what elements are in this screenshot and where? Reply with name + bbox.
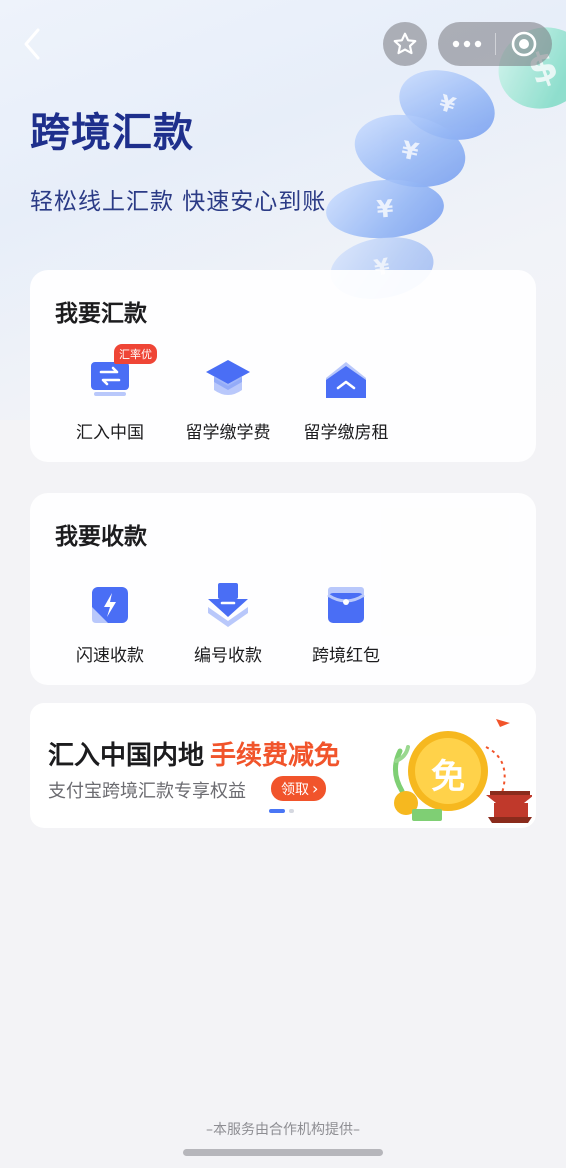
banner-illustration: 免 <box>382 711 534 823</box>
flash-receive-label: 闪速收款 <box>76 646 144 666</box>
menu-capsule <box>438 22 552 66</box>
star-icon <box>393 32 417 55</box>
red-packet-label: 跨境红包 <box>312 646 380 666</box>
tuition-label: 留学缴学费 <box>185 423 271 443</box>
rate-badge: 汇率优 <box>114 344 157 364</box>
chevron-left-icon <box>24 28 40 60</box>
more-button[interactable] <box>438 22 495 66</box>
receive-card: 我要收款 闪速收款 编号收款 跨境红包 <box>30 493 536 685</box>
back-button[interactable] <box>18 26 48 62</box>
banner-headline-highlight: 手续费减免 <box>210 741 341 771</box>
rent-item[interactable]: 留学缴房租 <box>287 354 405 443</box>
flash-receive-item[interactable]: 闪速收款 <box>51 577 169 666</box>
carousel-indicator <box>269 809 294 813</box>
close-miniapp-button[interactable] <box>496 22 552 66</box>
banner-subtext: 支付宝跨境汇款专享权益 <box>48 781 246 802</box>
rent-label: 留学缴房租 <box>303 423 389 443</box>
tuition-item[interactable]: 留学缴学费 <box>169 354 287 443</box>
home-indicator[interactable] <box>183 1149 383 1156</box>
send-to-china-item[interactable]: 汇率优 汇入中国 <box>51 344 169 443</box>
page-subtitle: 轻松线上汇款 快速安心到账 <box>30 189 327 215</box>
footer-note: –本服务由合作机构提供– <box>206 1122 360 1138</box>
send-card: 我要汇款 汇率优 汇入中国 留学缴学费 留学缴房租 <box>30 270 536 462</box>
chevron-right-icon: › <box>312 779 319 798</box>
more-dots-icon <box>452 40 481 48</box>
send-section-title: 我要汇款 <box>55 301 147 327</box>
carousel-dot-active <box>269 809 285 813</box>
download-stack-icon <box>200 577 256 633</box>
transfer-card-icon: 汇率优 <box>82 344 157 410</box>
banner-headline-text: 汇入中国内地 <box>48 741 205 771</box>
number-receive-label: 编号收款 <box>194 646 262 666</box>
claim-button[interactable]: 领取 › <box>271 776 327 801</box>
banner-headline: 汇入中国内地 手续费减免 <box>48 735 340 772</box>
house-icon <box>318 354 374 410</box>
page-title: 跨境汇款 <box>30 110 194 156</box>
send-to-china-label: 汇入中国 <box>76 423 144 443</box>
target-close-icon <box>511 31 537 57</box>
claim-label: 领取 <box>281 781 309 798</box>
red-packet-item[interactable]: 跨境红包 <box>287 577 405 666</box>
favorite-button[interactable] <box>383 22 427 66</box>
carousel-dot <box>289 809 294 813</box>
coin-decoration: ¥ <box>324 175 446 243</box>
flash-icon <box>82 577 138 633</box>
graduation-cap-icon <box>200 354 256 410</box>
red-packet-icon <box>318 577 374 633</box>
number-receive-item[interactable]: 编号收款 <box>169 577 287 666</box>
receive-section-title: 我要收款 <box>55 524 147 550</box>
fee-free-coin-text: 免 <box>431 757 465 797</box>
promo-banner[interactable]: 汇入中国内地 手续费减免 支付宝跨境汇款专享权益 领取 › 免 <box>30 703 536 828</box>
